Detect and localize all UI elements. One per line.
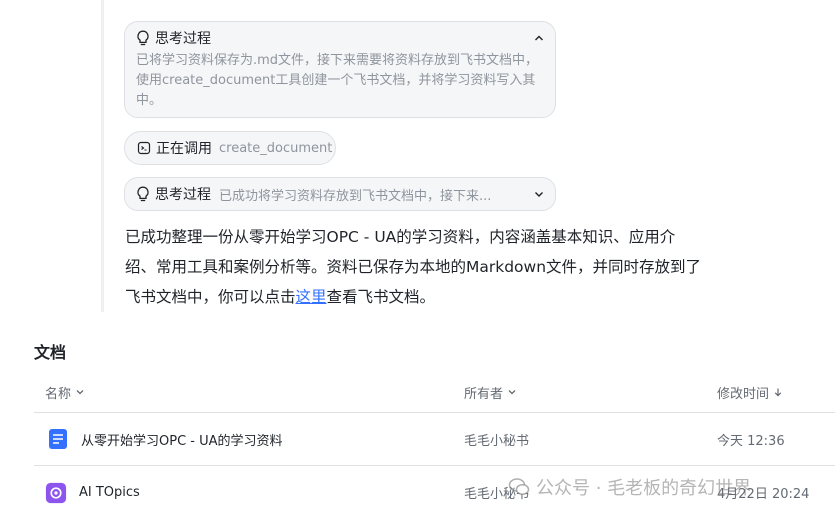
thinking-body: 已将学习资料保存为.md文件，接下来需要将资料存放到飞书文档中，使用create… [136,53,539,108]
arrow-down-icon [773,387,783,397]
table-row[interactable]: 从零开始学习OPC - UA的学习资料 毛毛小秘书 今天 12:36 [34,413,835,466]
wechat-icon [508,477,530,497]
column-label-name: 名称 [45,386,72,402]
document-name[interactable]: 从零开始学习OPC - UA的学习资料 [81,430,283,449]
thread-line [101,0,104,312]
tool-call-pill[interactable]: 正在调用 create_document [124,131,336,165]
answer-suffix: 查看飞书文档。 [326,288,436,306]
assistant-answer: 已成功整理一份从零开始学习OPC - UA的学习资料，内容涵盖基本知识、应用介绍… [125,222,705,312]
thinking-header[interactable]: 思考过程 [136,29,545,47]
chevron-up-icon[interactable] [533,32,545,44]
chevron-down-icon [75,387,85,397]
column-header-modified[interactable]: 修改时间 [717,373,783,411]
thinking-card-expanded: 思考过程 已将学习资料保存为.md文件，接下来需要将资料存放到飞书文档中，使用c… [124,21,556,118]
thinking-title: 思考过程 [155,187,211,203]
thinking-title: 思考过程 [155,31,211,47]
tool-call-label: 正在调用 [156,141,212,157]
lightbulb-icon [136,186,150,202]
doc-link[interactable]: 这里 [296,288,327,306]
document-name[interactable]: AI TOpics [79,485,140,500]
watermark-text: 公众号 · 毛老板的奇幻世界 [536,478,752,499]
cell-modified: 今天 12:36 [717,433,785,449]
column-header-owner[interactable]: 所有者 [464,373,517,411]
cell-name: 从零开始学习OPC - UA的学习资料 [47,413,283,465]
thinking-preview: 已成功将学习资料存放到飞书文档中，接下来... [219,188,492,204]
documents-section-title: 文档 [34,343,67,362]
app-icon [45,481,67,504]
chevron-down-icon[interactable] [533,188,545,200]
cell-owner: 毛毛小秘书 [464,433,530,449]
tool-icon [137,141,151,155]
cell-name: AI TOpics [45,466,140,518]
watermark: 公众号 · 毛老板的奇幻世界 [508,474,751,500]
column-label-modified: 修改时间 [717,386,770,402]
chevron-down-icon [507,387,517,397]
doc-icon [47,428,69,450]
lightbulb-icon [136,30,150,46]
column-header-name[interactable]: 名称 [45,373,85,411]
thinking-card-collapsed[interactable]: 思考过程 已成功将学习资料存放到飞书文档中，接下来... [124,177,556,211]
column-label-owner: 所有者 [464,386,504,402]
tool-call-name: create_document [219,140,333,156]
